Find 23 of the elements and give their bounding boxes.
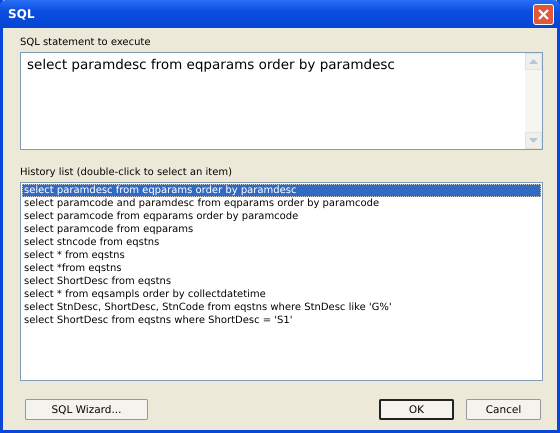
cancel-button[interactable]: Cancel — [466, 399, 541, 420]
scroll-up-icon[interactable] — [525, 53, 542, 70]
history-label: History list (double-click to select an item) — [20, 166, 233, 179]
history-item[interactable]: select *from eqstns — [22, 262, 541, 275]
close-button[interactable] — [533, 4, 554, 24]
history-item[interactable]: select ShortDesc from eqstns — [22, 275, 541, 288]
history-item[interactable]: select stncode from eqstns — [22, 236, 541, 249]
history-item[interactable]: select paramcode and paramdesc from eqparams order by paramcode — [22, 197, 541, 210]
history-item[interactable]: select paramcode from eqparams order by paramcode — [22, 210, 541, 223]
history-item[interactable]: select * from eqstns — [22, 249, 541, 262]
scroll-down-icon[interactable] — [525, 132, 542, 149]
statement-label: SQL statement to execute — [20, 36, 152, 49]
statement-field[interactable]: select paramdesc from eqparams order by paramdesc — [20, 52, 543, 150]
scrollbar[interactable] — [525, 53, 542, 149]
sql-wizard-button[interactable]: SQL Wizard... — [25, 399, 148, 420]
history-item[interactable]: select StnDesc, ShortDesc, StnCode from eqstns where StnDesc like 'G%' — [22, 301, 541, 314]
ok-button[interactable]: OK — [379, 399, 454, 420]
history-item[interactable]: select paramcode from eqparams — [22, 223, 541, 236]
close-icon — [537, 8, 550, 20]
history-item[interactable]: select paramdesc from eqparams order by paramdesc — [22, 184, 541, 197]
history-item[interactable]: select ShortDesc from eqstns where ShortDesc = 'S1' — [22, 314, 541, 327]
window-title: SQL — [8, 7, 34, 21]
history-item[interactable]: select * from eqsampls order by collectdatetime — [22, 288, 541, 301]
